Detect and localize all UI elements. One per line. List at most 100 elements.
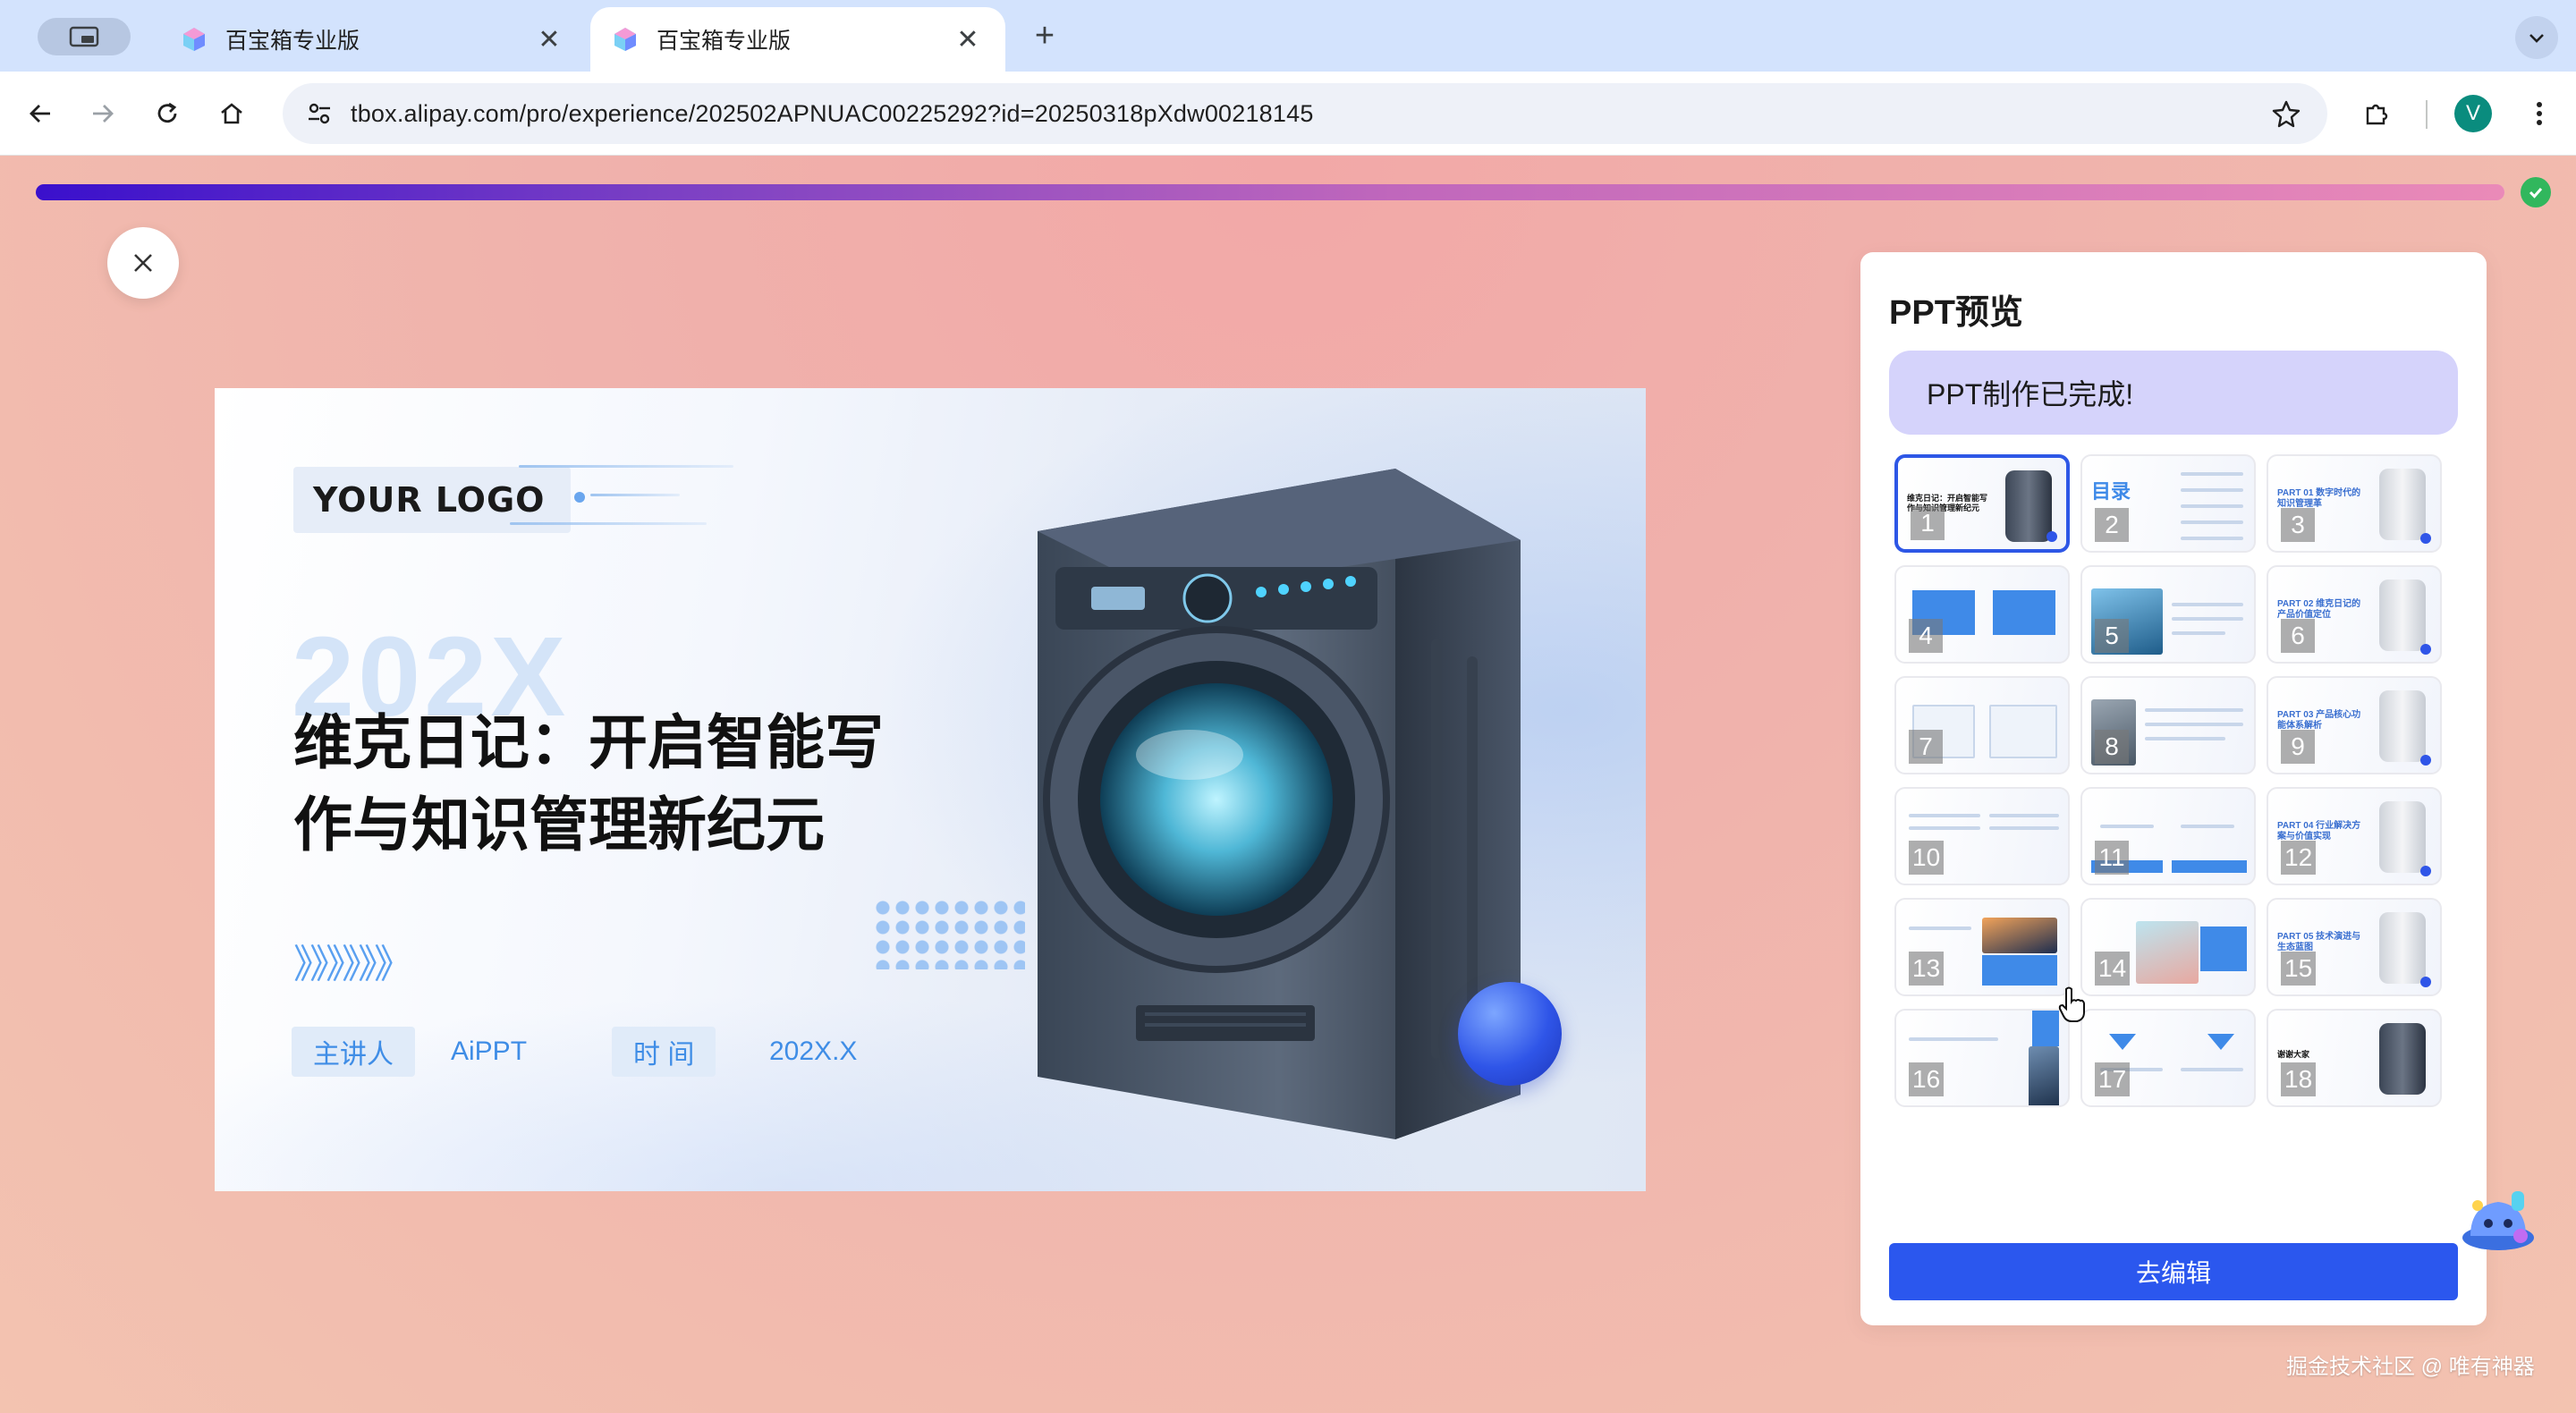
thumbnail-line <box>2100 825 2154 828</box>
go-edit-button[interactable]: 去编辑 <box>1889 1243 2458 1300</box>
thumbnail-decor <box>2420 977 2431 987</box>
thumbnail-image <box>2136 921 2199 984</box>
thumbnail-title: PART 02 维克日记的产品价值定位 <box>2277 599 2361 620</box>
thumbnail-block <box>1993 590 2055 635</box>
time-value: 202X.X <box>769 1036 858 1066</box>
slide-number: 8 <box>2095 730 2129 764</box>
thumbnail-image <box>2379 469 2426 540</box>
presenter-label: 主讲人 <box>292 1027 415 1077</box>
slide-thumbnail-14[interactable]: 14 <box>2080 898 2256 996</box>
slide-thumbnail-12[interactable]: PART 04 行业解决方案与价值实现 12 <box>2267 787 2442 885</box>
profile-avatar[interactable]: V <box>2454 95 2492 132</box>
thumbnail-image <box>1982 918 2057 953</box>
slide-thumbnail-6[interactable]: PART 02 维克日记的产品价值定位 6 <box>2267 565 2442 664</box>
slide-title-line-1: 维克日记：开启智能写 <box>293 709 884 775</box>
slide-thumbnail-2[interactable]: 目录 2 <box>2080 454 2256 553</box>
slide-thumbnail-18[interactable]: 谢谢大家 18 <box>2267 1009 2442 1107</box>
slide-thumbnail-16[interactable]: 16 <box>1894 1009 2070 1107</box>
tab-search-button[interactable] <box>38 18 131 55</box>
thumbnail-title: PART 03 产品核心功能体系解析 <box>2277 710 2361 731</box>
new-tab-button[interactable]: + <box>1025 16 1064 55</box>
slide-thumbnail-4[interactable]: 4 <box>1894 565 2070 664</box>
thumbnail-image <box>2379 1023 2426 1095</box>
logo-decor-line <box>590 494 680 496</box>
slide-number: 6 <box>2281 619 2315 653</box>
watermark-text: 掘金技术社区 @ 唯有神器 <box>2286 1355 2535 1379</box>
logo-decor-dot <box>574 492 585 503</box>
slide-thumbnail-3[interactable]: PART 01 数字时代的知识管理革 3 <box>2267 454 2442 553</box>
thumbnail-line <box>2145 737 2225 740</box>
thumbnail-image <box>2379 580 2426 651</box>
thumbnail-line <box>1909 926 1971 930</box>
thumbnail-line <box>1909 1037 1998 1041</box>
slide-thumbnail-15[interactable]: PART 05 技术演进与生态蓝图 15 <box>2267 898 2442 996</box>
home-button[interactable] <box>209 91 254 136</box>
thumbnail-line <box>2181 537 2243 540</box>
thumbnail-decor <box>2046 531 2057 542</box>
address-bar[interactable]: tbox.alipay.com/pro/experience/202502APN… <box>283 83 2327 144</box>
slide-thumbnail-17[interactable]: 17 <box>2080 1009 2256 1107</box>
back-button[interactable] <box>18 91 63 136</box>
slide-thumbnail-1[interactable]: 维克日记：开启智能写作与知识管理新纪元 1 <box>1894 454 2070 553</box>
slide-title-line-2: 作与知识管理新纪元 <box>293 791 825 858</box>
thumbnail-line <box>2145 708 2243 712</box>
thumbnail-line <box>2145 723 2243 726</box>
thumbnail-line <box>2181 520 2243 524</box>
slide-number: 15 <box>2281 952 2317 986</box>
logo-decor-line <box>519 465 733 468</box>
slide-thumbnail-5[interactable]: 5 <box>2080 565 2256 664</box>
page-content: YOUR LOGO 202X 维克日记：开启智能写 作与知识管理新纪元 》》》》… <box>0 156 2576 1413</box>
thumbnail-line <box>2172 617 2243 621</box>
tab-list-button[interactable] <box>2515 16 2558 59</box>
presenter-value: AiPPT <box>451 1036 528 1066</box>
bookmark-button[interactable] <box>2268 96 2304 131</box>
arrow-left-icon <box>30 105 50 123</box>
chevron-down-icon <box>2529 34 2544 43</box>
progress-complete-badge <box>2521 177 2551 207</box>
thumbnail-title: 谢谢大家 <box>2277 1050 2310 1059</box>
thumbnail-title: PART 05 技术演进与生态蓝图 <box>2277 932 2361 952</box>
assistant-mascot-icon[interactable] <box>2458 1179 2538 1259</box>
thumbnail-decor <box>2420 755 2431 766</box>
thumbnail-image <box>2379 912 2426 984</box>
thumbnail-block <box>2200 926 2247 971</box>
dots-decor <box>873 898 1025 969</box>
site-info-button[interactable] <box>288 83 351 144</box>
slide-number: 14 <box>2095 952 2131 986</box>
close-icon <box>134 254 152 272</box>
thumbnail-line <box>1909 826 1980 830</box>
slide-thumbnail-10[interactable]: 10 <box>1894 787 2070 885</box>
slide-number: 11 <box>2095 841 2129 875</box>
baibaoxiang-favicon-icon <box>183 28 205 51</box>
thumbnail-image <box>2029 1046 2059 1105</box>
extensions-button[interactable] <box>2354 91 2399 136</box>
reload-button[interactable] <box>145 91 190 136</box>
slide-number: 5 <box>2095 619 2129 653</box>
slide-thumbnail-11[interactable]: 11 <box>2080 787 2256 885</box>
slide-preview: YOUR LOGO 202X 维克日记：开启智能写 作与知识管理新纪元 》》》》… <box>215 388 1646 1191</box>
thumbnail-decor <box>2420 533 2431 544</box>
close-tab-icon[interactable]: ✕ <box>952 24 984 55</box>
thumbnail-card <box>1989 705 2057 758</box>
slide-number: 12 <box>2281 841 2317 875</box>
slide-thumbnail-7[interactable]: 7 <box>1894 676 2070 774</box>
tab-1[interactable]: 百宝箱专业版 ✕ <box>159 7 587 72</box>
slide-thumbnail-13[interactable]: 13 <box>1894 898 2070 996</box>
url-text: tbox.alipay.com/pro/experience/202502APN… <box>351 99 1314 127</box>
slide-thumbnail-9[interactable]: PART 03 产品核心功能体系解析 9 <box>2267 676 2442 774</box>
thumbnail-line <box>1909 814 1980 817</box>
close-tab-icon[interactable]: ✕ <box>533 24 565 55</box>
slide-number: 18 <box>2281 1062 2317 1096</box>
panel-title: PPT预览 <box>1889 294 2023 332</box>
slide-thumbnail-8[interactable]: 8 <box>2080 676 2256 774</box>
thumbnail-title: PART 01 数字时代的知识管理革 <box>2277 488 2361 509</box>
thumbnail-block <box>1982 955 2057 986</box>
browser-menu-button[interactable] <box>2517 91 2562 136</box>
close-button[interactable] <box>107 227 179 299</box>
star-icon <box>2272 100 2301 128</box>
tab-2-active[interactable]: 百宝箱专业版 ✕ <box>590 7 1005 72</box>
thumbnail-line <box>1989 814 2059 817</box>
forward-button[interactable] <box>80 91 125 136</box>
window-icon <box>69 26 99 47</box>
time-label: 时 间 <box>612 1027 716 1077</box>
